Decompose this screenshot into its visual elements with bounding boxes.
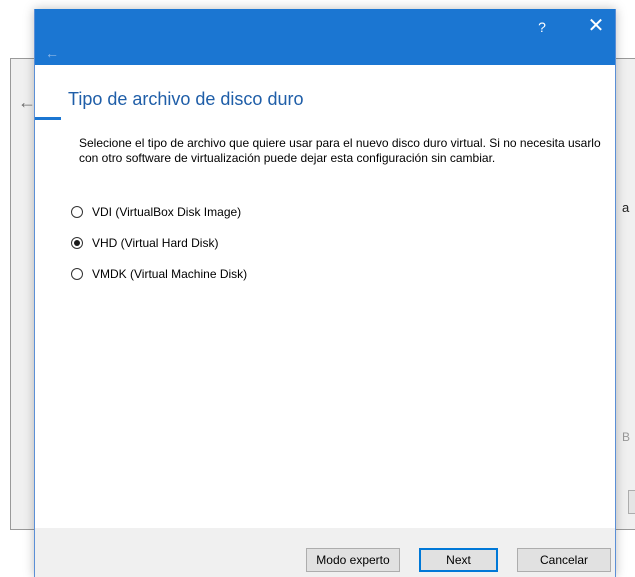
option-vhd[interactable]: VHD (Virtual Hard Disk)	[71, 236, 218, 250]
radio-vdi[interactable]	[71, 206, 83, 218]
help-button[interactable]: ?	[532, 19, 552, 35]
create-disk-dialog: ? ✕ ← Tipo de archivo de disco duro Sele…	[34, 9, 616, 577]
next-button[interactable]: Next	[419, 548, 498, 572]
option-vhd-label: VHD (Virtual Hard Disk)	[92, 236, 219, 250]
option-vdi-label: VDI (VirtualBox Disk Image)	[92, 205, 242, 219]
background-text-fragment: a	[622, 200, 630, 215]
radio-vhd[interactable]	[71, 237, 83, 249]
title-bar: ? ✕ ←	[35, 9, 615, 65]
expert-mode-button[interactable]: Modo experto	[306, 548, 400, 572]
back-arrow-icon[interactable]: ←	[45, 45, 59, 61]
option-vmdk[interactable]: VMDK (Virtual Machine Disk)	[71, 267, 247, 281]
background-text-fragment-2: B	[622, 430, 631, 444]
page-description: Selecione el tipo de archivo que quiere …	[79, 136, 601, 165]
cancel-button[interactable]: Cancelar	[517, 548, 611, 572]
option-vdi[interactable]: VDI (VirtualBox Disk Image)	[71, 205, 241, 219]
background-button	[628, 490, 635, 514]
accent-line	[35, 117, 61, 120]
page-title: Tipo de archivo de disco duro	[68, 89, 304, 109]
option-vmdk-label: VMDK (Virtual Machine Disk)	[92, 267, 248, 281]
close-icon[interactable]: ✕	[585, 14, 607, 38]
radio-vmdk[interactable]	[71, 268, 83, 280]
